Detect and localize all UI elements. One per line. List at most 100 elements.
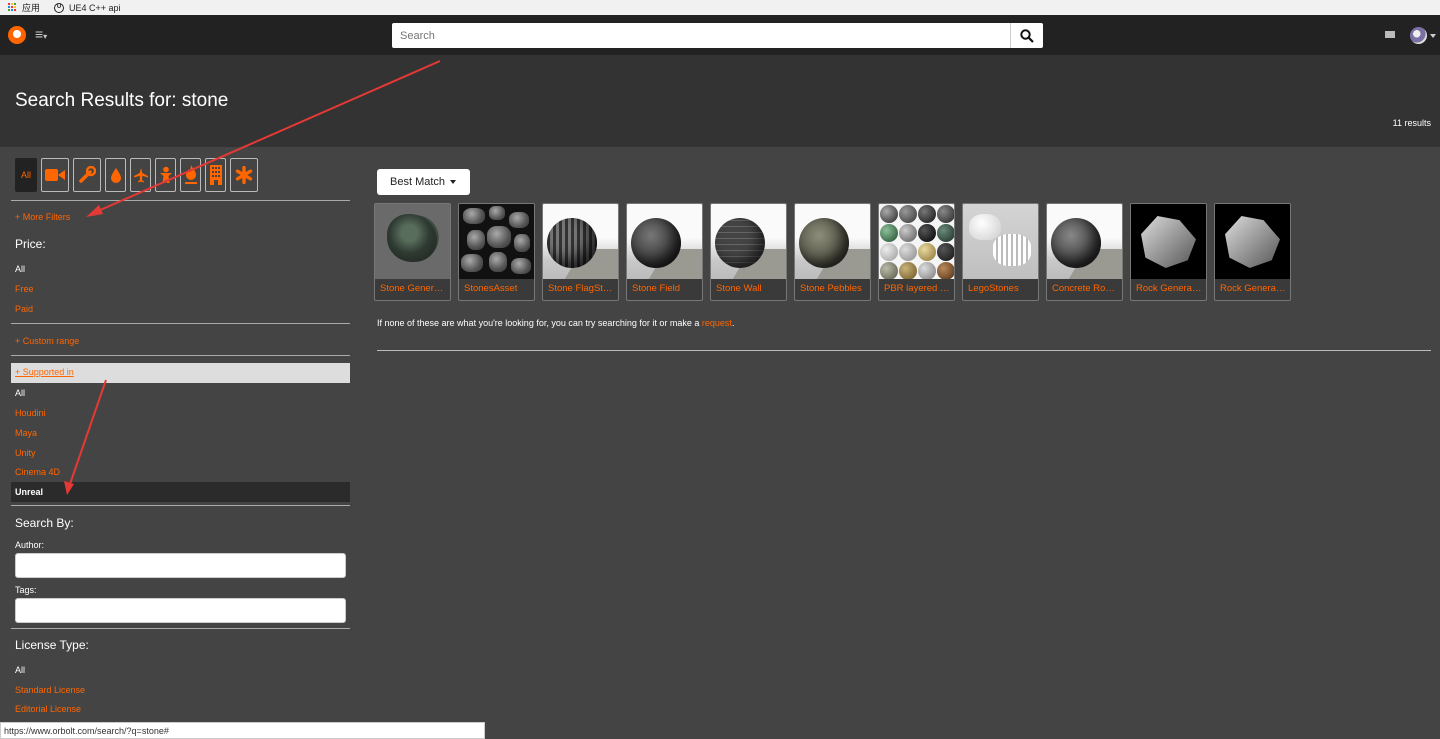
search-icon — [1020, 28, 1034, 43]
bookmark-apps[interactable]: 应用 — [8, 1, 40, 14]
tags-field[interactable] — [15, 598, 346, 623]
chevron-down-icon — [450, 180, 457, 184]
price-paid[interactable]: Paid — [15, 304, 33, 314]
no-match-notice: If none of these are what you're looking… — [377, 318, 734, 328]
request-link[interactable]: request — [702, 318, 732, 328]
result-title[interactable]: Stone Wall — [711, 279, 786, 300]
building-icon[interactable] — [205, 158, 226, 192]
video-camera-icon[interactable] — [41, 158, 69, 192]
result-title[interactable]: Concrete Rocks — [1047, 279, 1122, 300]
result-card[interactable]: StonesAsset — [458, 203, 535, 301]
page-title: Search Results for: stone — [15, 90, 229, 111]
result-thumbnail[interactable] — [879, 204, 954, 279]
category-all[interactable]: All — [15, 158, 37, 192]
sort-dropdown[interactable]: Best Match — [377, 169, 470, 195]
sort-label: Best Match — [390, 176, 446, 188]
license-all[interactable]: All — [15, 665, 25, 675]
wrench-icon[interactable] — [73, 158, 101, 192]
unreal-engine-icon: U — [54, 2, 65, 13]
result-thumbnail[interactable] — [375, 204, 450, 279]
mail-icon[interactable] — [1385, 31, 1395, 38]
drop-icon[interactable] — [105, 158, 126, 192]
result-title[interactable]: Stone Generator — [375, 279, 450, 300]
divider — [11, 355, 350, 356]
price-heading: Price: — [15, 237, 46, 251]
result-card[interactable]: Stone Wall — [710, 203, 787, 301]
bookmark-ue4-api[interactable]: U UE4 C++ api — [54, 2, 121, 13]
supported-all[interactable]: All — [15, 388, 25, 398]
search-button[interactable] — [1010, 23, 1043, 48]
author-label: Author: — [15, 540, 45, 550]
result-thumbnail[interactable] — [963, 204, 1038, 279]
status-url-bar: https://www.orbolt.com/search/?q=stone# — [0, 722, 485, 739]
result-thumbnail[interactable] — [711, 204, 786, 279]
price-all[interactable]: All — [15, 264, 25, 274]
chevron-down-icon[interactable] — [1430, 34, 1436, 38]
menu-icon[interactable]: ≡▾ — [35, 26, 47, 42]
result-thumbnail[interactable] — [1215, 204, 1290, 279]
result-card[interactable]: Stone Generator — [374, 203, 451, 301]
result-title[interactable]: StonesAsset — [459, 279, 534, 300]
results-count: 11 results — [1392, 118, 1431, 128]
fire-icon[interactable] — [180, 158, 201, 192]
supported-unreal-selected[interactable]: Unreal — [11, 482, 350, 502]
price-free[interactable]: Free — [15, 284, 34, 294]
character-icon[interactable] — [155, 158, 176, 192]
apps-grid-icon — [8, 3, 17, 12]
plane-icon[interactable] — [130, 158, 151, 192]
license-standard[interactable]: Standard License — [15, 685, 85, 695]
supported-cinema4d[interactable]: Cinema 4D — [15, 467, 60, 477]
result-thumbnail[interactable] — [459, 204, 534, 279]
search-input[interactable] — [392, 23, 1010, 48]
more-filters-link[interactable]: + More Filters — [15, 212, 70, 222]
asterisk-icon[interactable] — [230, 158, 258, 192]
top-navbar: ≡▾ — [0, 15, 1440, 55]
supported-maya[interactable]: Maya — [15, 428, 37, 438]
notice-text: If none of these are what you're looking… — [377, 318, 702, 328]
supported-in-toggle[interactable]: + Supported in — [11, 363, 350, 383]
license-editorial[interactable]: Editorial License — [15, 704, 81, 714]
result-title[interactable]: LegoStones — [963, 279, 1038, 300]
orbolt-logo-icon[interactable] — [8, 26, 26, 44]
result-title[interactable]: Rock Generator — [1215, 279, 1290, 300]
bookmark-label: UE4 C++ api — [69, 2, 121, 13]
notice-end: . — [731, 318, 735, 328]
divider — [11, 200, 350, 201]
result-card[interactable]: Rock Generator — [1130, 203, 1207, 301]
result-card[interactable]: Rock Generator — [1214, 203, 1291, 301]
result-title[interactable]: Stone FlagStone — [543, 279, 618, 300]
supported-houdini[interactable]: Houdini — [15, 408, 46, 418]
results-header: Search Results for: stone 11 results — [0, 55, 1440, 147]
result-card[interactable]: Stone Field — [626, 203, 703, 301]
result-title[interactable]: Stone Pebbles — [795, 279, 870, 300]
result-title[interactable]: Stone Field — [627, 279, 702, 300]
tags-label: Tags: — [15, 585, 37, 595]
supported-in-label: + Supported in — [15, 367, 74, 377]
search-by-heading: Search By: — [15, 516, 74, 530]
result-thumbnail[interactable] — [1131, 204, 1206, 279]
result-thumbnail[interactable] — [543, 204, 618, 279]
results-grid: Stone Generator StonesAsset Stone FlagSt… — [374, 203, 1291, 301]
result-thumbnail[interactable] — [795, 204, 870, 279]
author-field[interactable] — [15, 553, 346, 578]
supported-unity[interactable]: Unity — [15, 448, 36, 458]
result-thumbnail[interactable] — [627, 204, 702, 279]
divider — [11, 323, 350, 324]
result-card[interactable]: PBR layered Materials — [878, 203, 955, 301]
bookmark-label: 应用 — [22, 3, 41, 13]
result-card[interactable]: Stone FlagStone — [542, 203, 619, 301]
result-title[interactable]: Rock Generator — [1131, 279, 1206, 300]
avatar[interactable] — [1410, 27, 1427, 44]
bookmarks-bar: 应用 U UE4 C++ api — [0, 0, 1440, 15]
divider — [11, 628, 350, 629]
result-card[interactable]: Concrete Rocks — [1046, 203, 1123, 301]
result-card[interactable]: Stone Pebbles — [794, 203, 871, 301]
result-title[interactable]: PBR layered Materials — [879, 279, 954, 300]
search-bar — [392, 23, 1043, 48]
result-thumbnail[interactable] — [1047, 204, 1122, 279]
license-heading: License Type: — [15, 638, 89, 652]
result-card[interactable]: LegoStones — [962, 203, 1039, 301]
divider — [11, 505, 350, 506]
category-filters: All — [15, 158, 258, 192]
custom-range-link[interactable]: + Custom range — [15, 336, 79, 346]
